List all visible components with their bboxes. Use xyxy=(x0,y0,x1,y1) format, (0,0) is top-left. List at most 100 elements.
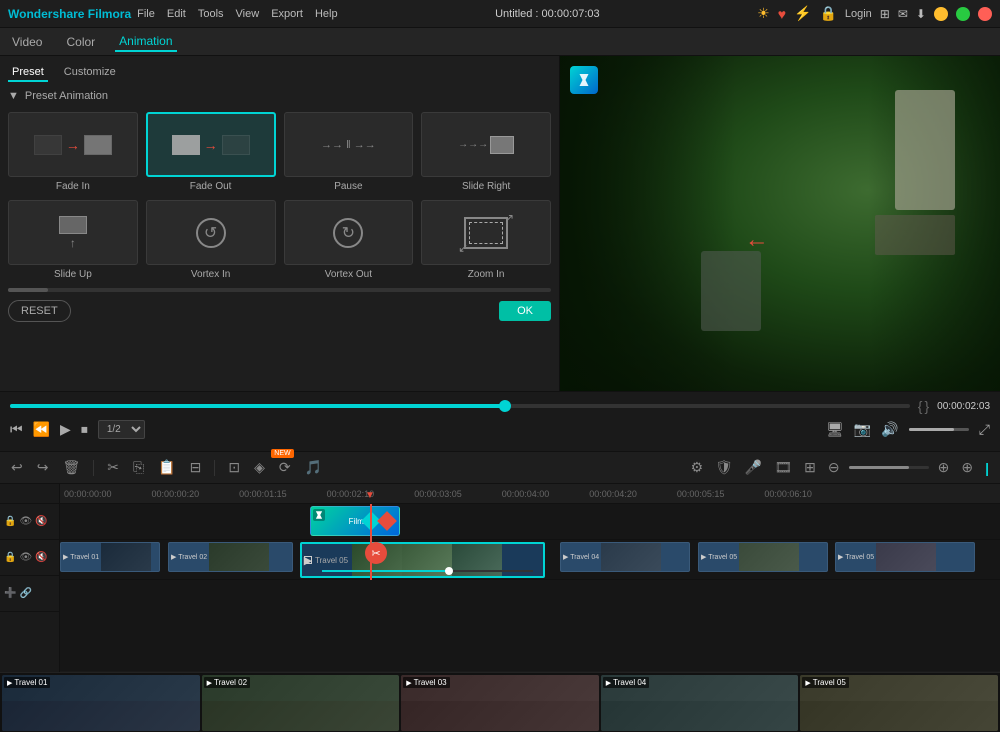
tab-video[interactable]: Video xyxy=(8,33,46,51)
mute-icon-track1[interactable]: 🔇 xyxy=(35,516,47,527)
zoom-in-thumb[interactable]: ↗ ↙ xyxy=(421,200,551,265)
volume-icon[interactable]: 🔊 xyxy=(881,421,898,438)
filmora-clip[interactable]: Filmora xyxy=(310,506,400,536)
left-trees xyxy=(560,56,736,391)
play-button[interactable]: ▶ xyxy=(60,421,71,438)
paste-button[interactable]: 📋 xyxy=(155,457,178,478)
animation-zoom-in[interactable]: ↗ ↙ Zoom In xyxy=(421,200,551,280)
tab-preset[interactable]: Preset xyxy=(8,64,48,82)
camera-icon[interactable]: 📷 xyxy=(854,421,871,438)
filmstrip-label-3: Travel 03 xyxy=(403,677,449,688)
travel-05c-clip[interactable]: ▶ Travel 05 xyxy=(835,542,975,572)
slide-right-thumb[interactable]: →→→ xyxy=(421,112,551,177)
copy-button[interactable]: ⎘ xyxy=(130,457,147,478)
progress-track[interactable] xyxy=(10,404,910,408)
sun-icon[interactable]: ☀ xyxy=(757,5,770,22)
ruler-mark-7: 00:00:05:15 xyxy=(677,489,765,499)
collapse-icon[interactable]: ▼ xyxy=(8,90,19,102)
tab-customize[interactable]: Customize xyxy=(60,64,120,82)
shield-icon[interactable]: 🛡 xyxy=(712,457,736,478)
animation-slide-up[interactable]: ↑ Slide Up xyxy=(8,200,138,280)
cut-button[interactable]: ✂ xyxy=(104,457,122,478)
tab-color[interactable]: Color xyxy=(62,33,99,51)
bracket-right[interactable]: } xyxy=(924,398,929,414)
film-icon[interactable]: 🎞 xyxy=(771,457,795,478)
scroll-track[interactable] xyxy=(8,288,551,292)
mic-icon[interactable]: 🎤 xyxy=(742,457,765,478)
travel-05-clip[interactable]: ▶ Travel 05 xyxy=(300,542,545,578)
animation-fade-out[interactable]: → Fade Out xyxy=(146,112,276,192)
animation-vortex-out[interactable]: ↻ Vortex Out xyxy=(284,200,414,280)
progress-handle[interactable] xyxy=(499,400,511,412)
menu-tools[interactable]: Tools xyxy=(198,8,224,20)
grid-icon[interactable]: ⊞ xyxy=(880,7,890,21)
lightning-icon[interactable]: ⚡ xyxy=(794,5,811,22)
animation-fade-in[interactable]: → Fade In xyxy=(8,112,138,192)
color-button[interactable]: ◈ xyxy=(251,457,268,478)
volume-slider[interactable] xyxy=(909,428,969,431)
audio-button[interactable]: 🎵 xyxy=(302,457,325,478)
pause-thumb[interactable]: →→ ‖ →→ xyxy=(284,112,414,177)
plus-circle-icon[interactable]: ⊕ xyxy=(935,457,953,478)
animation-slide-right[interactable]: →→→ Slide Right xyxy=(421,112,551,192)
playhead[interactable] xyxy=(370,504,372,580)
mute-icon-track2[interactable]: 🔇 xyxy=(35,552,47,563)
fade-out-thumb[interactable]: → xyxy=(146,112,276,177)
split-button[interactable]: ⊟ xyxy=(187,457,205,478)
crop-button[interactable]: ⊡ xyxy=(225,457,243,478)
tab-animation[interactable]: Animation xyxy=(115,32,176,52)
speed-button[interactable]: ⟳ NEW xyxy=(276,457,294,478)
ok-button[interactable]: OK xyxy=(499,301,551,321)
filmora-tl-icon[interactable]: | xyxy=(982,458,992,478)
progress-brackets: { } xyxy=(918,398,929,414)
slide-up-thumb[interactable]: ↑ xyxy=(8,200,138,265)
menu-edit[interactable]: Edit xyxy=(167,8,186,20)
scroll-thumb[interactable] xyxy=(8,288,48,292)
heart-icon[interactable]: ♥ xyxy=(778,6,786,22)
vortex-in-thumb[interactable]: ↺ xyxy=(146,200,276,265)
bracket-left[interactable]: { xyxy=(918,398,923,414)
eye-icon-track2[interactable]: 👁 xyxy=(19,552,32,563)
travel-02-clip[interactable]: ▶ Travel 02 xyxy=(168,542,293,572)
minimize-button[interactable] xyxy=(934,7,948,21)
skip-back-button[interactable]: ⏮ xyxy=(10,421,23,438)
expand-icon[interactable]: ⤢ xyxy=(979,421,990,438)
menu-view[interactable]: View xyxy=(236,8,260,20)
lock-icon-track2[interactable]: 🔒 xyxy=(4,552,16,563)
step-back-button[interactable]: ⏪ xyxy=(33,421,50,438)
close-button[interactable] xyxy=(978,7,992,21)
animation-vortex-in[interactable]: ↺ Vortex In xyxy=(146,200,276,280)
download-icon[interactable]: ⬇ xyxy=(916,7,926,21)
eye-icon-track1[interactable]: 👁 xyxy=(19,516,32,527)
filmstrip-item-5: Travel 05 xyxy=(800,675,998,731)
vortex-out-thumb[interactable]: ↻ xyxy=(284,200,414,265)
zoom-slider[interactable] xyxy=(849,466,929,469)
menu-file[interactable]: File xyxy=(137,8,155,20)
lock-icon-track1[interactable]: 🔒 xyxy=(4,516,16,527)
travel-04-clip[interactable]: ▶ Travel 04 xyxy=(560,542,690,572)
login-button[interactable]: Login xyxy=(845,8,872,20)
travel-05b-clip[interactable]: ▶ Travel 05 xyxy=(698,542,828,572)
stop-button[interactable]: ⏹ xyxy=(81,421,88,438)
reset-button[interactable]: RESET xyxy=(8,300,71,322)
menu-export[interactable]: Export xyxy=(271,8,303,20)
animation-pause[interactable]: →→ ‖ →→ Pause xyxy=(284,112,414,192)
link-icon[interactable]: 🔗 xyxy=(19,588,31,599)
minus-circle-icon[interactable]: ⊖ xyxy=(825,457,843,478)
fade-in-thumb[interactable]: → xyxy=(8,112,138,177)
delete-button[interactable]: 🗑 xyxy=(59,457,83,478)
menu-help[interactable]: Help xyxy=(315,8,338,20)
message-icon[interactable]: ✉ xyxy=(898,7,908,21)
settings-icon[interactable]: ⚙ xyxy=(688,457,707,478)
undo-button[interactable]: ↩ xyxy=(8,457,26,478)
add-track-button[interactable]: ⊕ xyxy=(958,457,976,478)
preset-tabs: Preset Customize xyxy=(8,64,551,82)
lock-icon[interactable]: 🔒 xyxy=(819,5,836,22)
add-track-icon[interactable]: ➕ xyxy=(4,588,16,599)
monitor-icon[interactable]: 🖥 xyxy=(826,421,844,438)
redo-button[interactable]: ↪ xyxy=(34,457,52,478)
grid-icon[interactable]: ⊞ xyxy=(801,457,819,478)
maximize-button[interactable] xyxy=(956,7,970,21)
scale-select[interactable]: 1/2 1/4 Full xyxy=(98,420,145,439)
travel-01-clip[interactable]: ▶ Travel 01 xyxy=(60,542,160,572)
